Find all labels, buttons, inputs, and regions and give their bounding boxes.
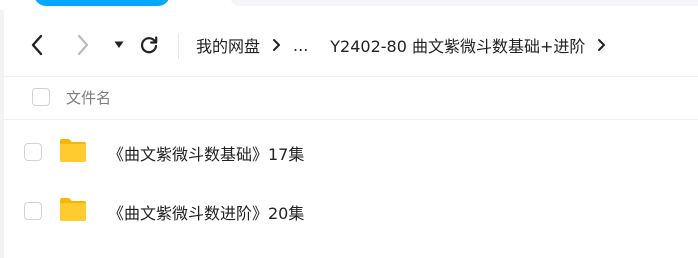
upload-button[interactable] <box>34 0 170 6</box>
breadcrumb-separator-icon <box>272 38 281 52</box>
forward-button[interactable] <box>70 32 96 58</box>
top-strip <box>0 0 698 10</box>
folder-icon <box>60 198 86 221</box>
breadcrumb: 我的网盘 ... Y2402-80 曲文紫微斗数基础+进阶 <box>196 32 616 58</box>
column-header-name[interactable]: 文件名 <box>66 87 111 108</box>
chevron-right-icon <box>77 34 89 56</box>
back-button[interactable] <box>24 32 50 58</box>
row-checkbox[interactable] <box>24 202 42 220</box>
folder-icon <box>60 139 86 162</box>
caret-down-icon <box>114 41 124 48</box>
select-all-checkbox[interactable] <box>32 88 50 106</box>
breadcrumb-separator-icon <box>597 38 606 52</box>
refresh-icon <box>140 36 158 54</box>
navigation-bar: 我的网盘 ... Y2402-80 曲文紫微斗数基础+进阶 <box>4 20 698 72</box>
history-dropdown-button[interactable] <box>106 32 132 58</box>
breadcrumb-current[interactable]: Y2402-80 曲文紫微斗数基础+进阶 <box>330 33 585 57</box>
file-name[interactable]: 《曲文紫微斗数基础》17集 <box>108 141 304 165</box>
refresh-button[interactable] <box>136 32 162 58</box>
breadcrumb-ellipsis[interactable]: ... <box>293 36 308 55</box>
file-list-header: 文件名 <box>4 76 698 120</box>
list-item[interactable]: 《曲文紫微斗数基础》17集 <box>4 122 698 180</box>
breadcrumb-root[interactable]: 我的网盘 <box>196 33 260 57</box>
chevron-left-icon <box>31 34 43 56</box>
nav-divider <box>178 33 179 59</box>
search-bar[interactable] <box>230 0 698 6</box>
file-name[interactable]: 《曲文紫微斗数进阶》20集 <box>108 200 304 224</box>
row-checkbox[interactable] <box>24 143 42 161</box>
list-item[interactable]: 《曲文紫微斗数进阶》20集 <box>4 181 698 239</box>
